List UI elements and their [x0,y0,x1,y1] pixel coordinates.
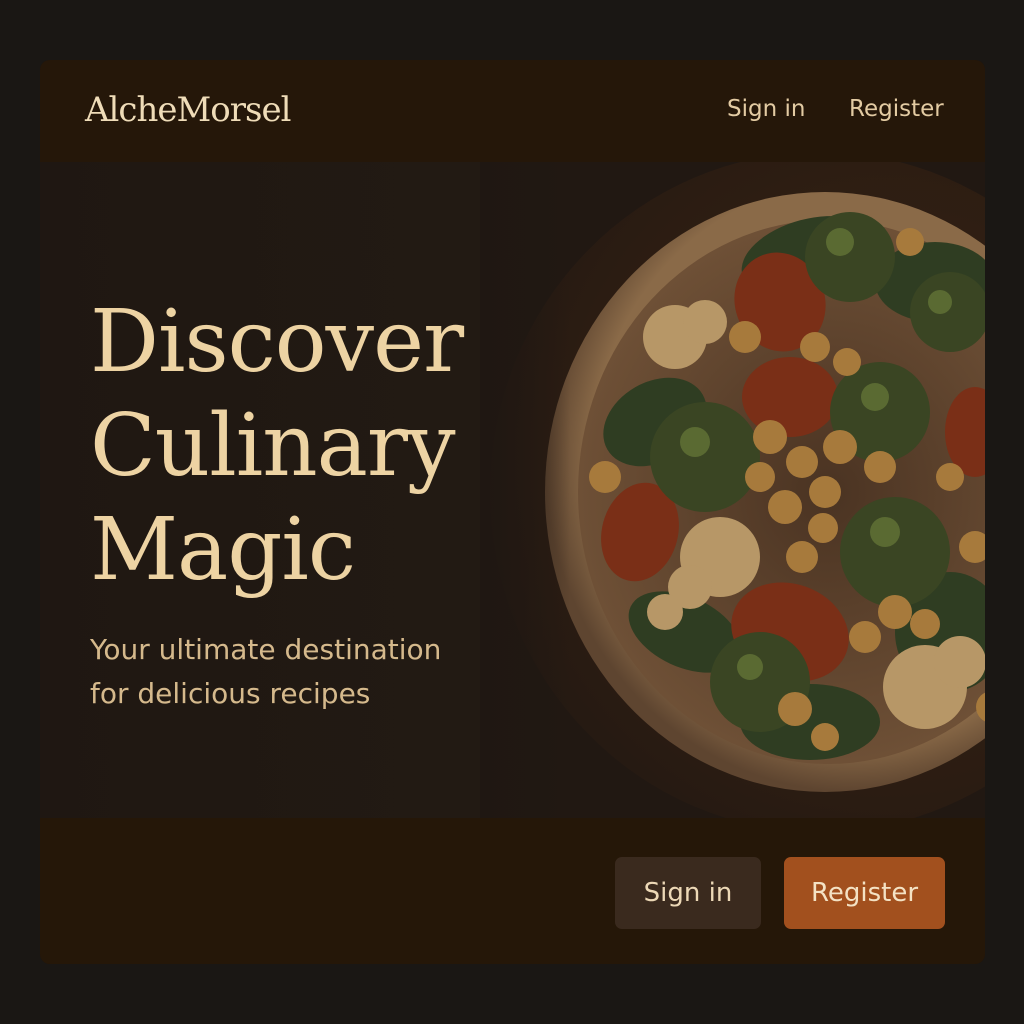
hero-section: Discover Culinary Magic Your ultimate de… [40,162,985,818]
brand-logo[interactable]: AlcheMorsel [85,90,291,130]
hero-subtitle-line: for delicious recipes [90,677,371,710]
vegetable-bowl-image [480,162,985,818]
register-button[interactable]: Register [784,857,945,929]
nav-sign-in-link[interactable]: Sign in [727,96,805,122]
hero-title: Discover Culinary Magic [90,290,464,602]
hero-title-line: Discover [90,292,464,392]
hero-subtitle: Your ultimate destination for delicious … [90,628,490,716]
app-frame: AlcheMorsel Sign in Register Discover Cu… [40,60,985,964]
top-navigation-bar: AlcheMorsel Sign in Register [40,60,985,162]
hero-title-line: Culinary [90,396,456,496]
hero-subtitle-line: Your ultimate destination [90,633,442,666]
nav-register-link[interactable]: Register [849,96,944,122]
action-bar: Sign in Register [40,818,985,964]
hero-title-line: Magic [90,500,356,600]
sign-in-button[interactable]: Sign in [615,857,761,929]
